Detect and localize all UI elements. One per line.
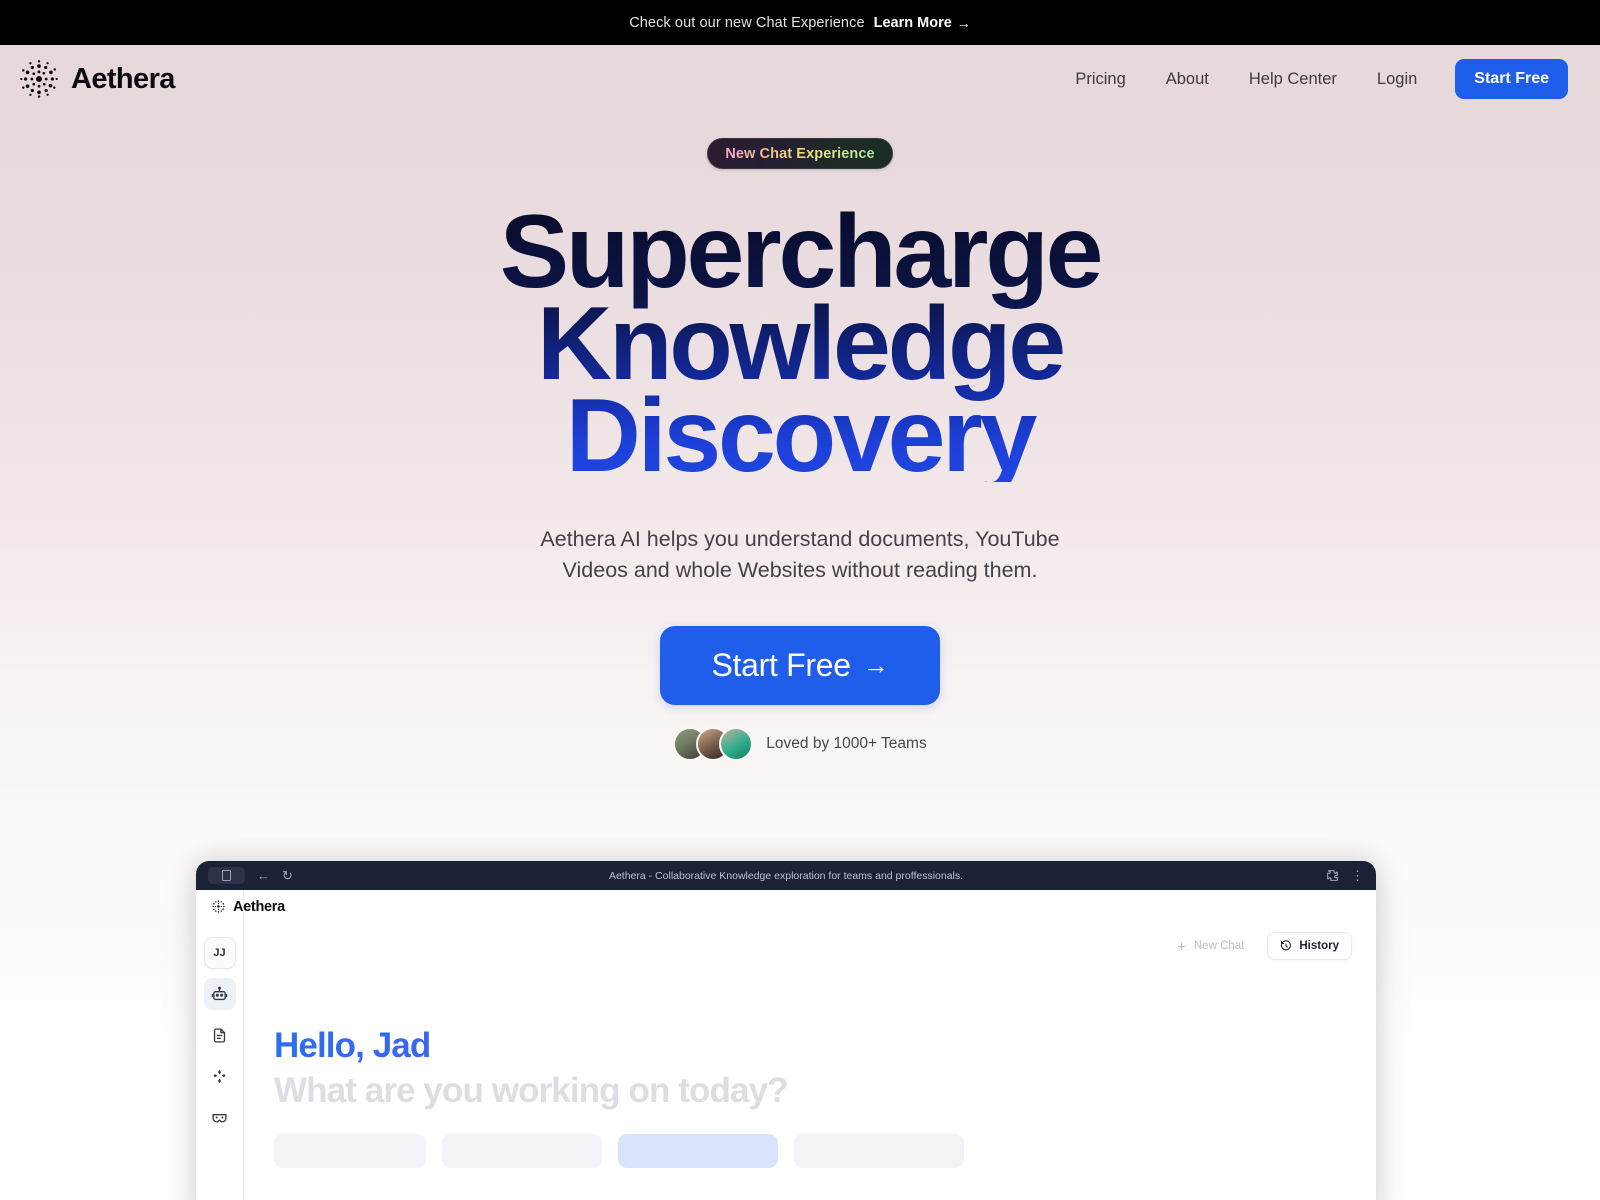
plus-icon <box>1177 942 1186 950</box>
headline-line-3: Discovery <box>565 378 1035 495</box>
brand-logo[interactable]: Aethera <box>18 58 175 100</box>
suggestion-chip[interactable] <box>442 1134 602 1168</box>
suggestion-chips <box>274 1134 1352 1168</box>
header-start-free-button[interactable]: Start Free <box>1455 59 1568 99</box>
more-menu-icon[interactable]: ⋮ <box>1351 869 1364 882</box>
app-main-content: New Chat History Hello, Jad What are you… <box>244 890 1376 1200</box>
greeting-hello: Hello, Jad <box>274 1026 1352 1066</box>
sidebar-item-sparkle[interactable] <box>204 1060 236 1092</box>
nav-item-help-center[interactable]: Help Center <box>1229 62 1357 97</box>
user-initials: JJ <box>213 947 226 959</box>
social-proof-text: Loved by 1000+ Teams <box>766 735 927 753</box>
announcement-learn-more-link[interactable]: Learn More → <box>874 15 971 31</box>
reload-icon[interactable]: ↻ <box>282 869 293 882</box>
suggestion-chip[interactable] <box>618 1134 778 1168</box>
nav-item-about[interactable]: About <box>1146 62 1229 97</box>
suggestion-chip[interactable] <box>794 1134 964 1168</box>
app-sidebar-rail: JJ <box>196 890 244 1200</box>
dotted-radial-logo-icon <box>212 900 225 913</box>
browser-chrome: ← ↻ Aethera - Collaborative Knowledge ex… <box>196 861 1376 890</box>
new-chat-button[interactable]: New Chat <box>1162 932 1258 960</box>
hero-cta-label: Start Free <box>711 647 852 684</box>
sidebar-item-assistant[interactable] <box>203 978 236 1010</box>
suggestion-chip[interactable] <box>274 1134 426 1168</box>
back-icon[interactable]: ← <box>257 869 270 882</box>
subtitle-line-1: Aethera AI helps you understand document… <box>540 527 1060 552</box>
browser-tab-icon[interactable] <box>208 867 245 884</box>
avatar <box>719 727 754 762</box>
hero-cta-wrap: Start Free → <box>0 626 1600 706</box>
arrow-right-icon: → <box>862 650 889 681</box>
social-proof: Loved by 1000+ Teams <box>0 727 1600 762</box>
sidebar-item-documents[interactable] <box>204 1019 236 1051</box>
site-header: Aethera Pricing About Help Center Login … <box>0 45 1600 113</box>
mask-icon <box>212 1113 227 1122</box>
announcement-bar: Check out our new Chat Experience Learn … <box>0 0 1600 45</box>
history-label: History <box>1299 940 1339 952</box>
headline-line-1: Supercharge <box>499 194 1101 310</box>
avatar-group <box>673 727 754 762</box>
hero-start-free-button[interactable]: Start Free → <box>659 626 941 706</box>
hero-headline: Supercharge Knowledge Discovery <box>0 206 1600 482</box>
app-toolbar: New Chat History <box>268 932 1352 960</box>
announcement-link-label: Learn More <box>873 14 952 31</box>
dotted-radial-logo-icon <box>20 60 58 98</box>
nav-item-pricing[interactable]: Pricing <box>1055 62 1145 97</box>
arrow-right-icon: → <box>956 14 971 31</box>
history-button[interactable]: History <box>1267 932 1352 960</box>
nav-item-login[interactable]: Login <box>1357 62 1437 97</box>
announcement-text: Check out our new Chat Experience <box>629 14 865 31</box>
tab-glyph-icon <box>222 870 231 881</box>
landing-page: Check out our new Chat Experience Learn … <box>0 0 1600 1200</box>
puzzle-piece-icon[interactable] <box>1326 869 1339 882</box>
browser-chrome-actions: ⋮ <box>1326 869 1364 882</box>
sidebar-item-incognito[interactable] <box>204 1101 236 1133</box>
app-greeting-block: Hello, Jad What are you working on today… <box>274 1026 1352 1111</box>
document-icon <box>213 1027 226 1043</box>
clock-rewind-icon <box>1281 940 1292 951</box>
hero-subtitle: Aethera AI helps you understand document… <box>0 524 1600 586</box>
greeting-question: What are you working on today? <box>274 1071 788 1110</box>
new-chat-experience-badge[interactable]: New Chat Experience <box>707 138 893 169</box>
app-window: Aethera JJ New Chat History Hello, Jad W… <box>196 890 1376 1200</box>
subtitle-line-2: Videos and whole Websites without readin… <box>562 558 1038 583</box>
primary-nav: Pricing About Help Center Login Start Fr… <box>1055 59 1568 99</box>
robot-icon <box>211 986 228 1000</box>
browser-title: Aethera - Collaborative Knowledge explor… <box>608 869 964 882</box>
brand-name: Aethera <box>71 62 175 95</box>
sparkle-diamonds-icon <box>213 1069 226 1083</box>
sidebar-item-user-avatar[interactable]: JJ <box>203 937 236 969</box>
hero-section: New Chat Experience Supercharge Knowledg… <box>0 113 1600 762</box>
badge-label: New Chat Experience <box>725 145 875 162</box>
headline-line-2: Knowledge <box>537 286 1063 403</box>
product-screenshot-mockup: ← ↻ Aethera - Collaborative Knowledge ex… <box>196 861 1376 1200</box>
new-chat-label: New Chat <box>1193 940 1245 952</box>
